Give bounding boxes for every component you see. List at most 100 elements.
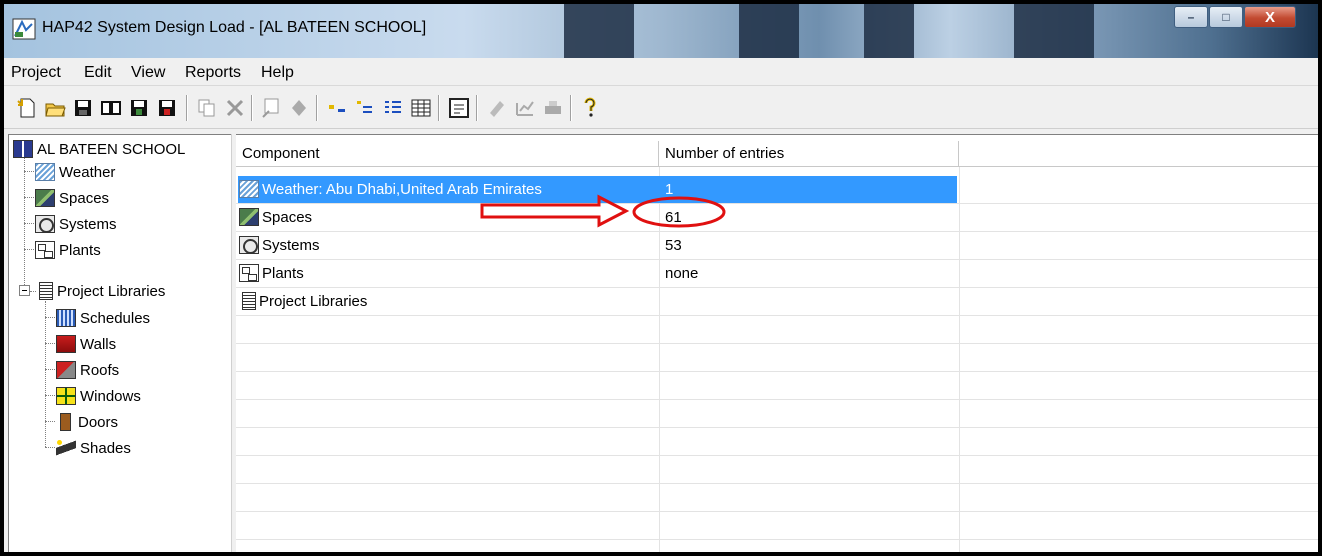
window-title: HAP42 System Design Load - [AL BATEEN SC…	[42, 19, 427, 36]
tree-connector	[24, 197, 34, 198]
save-archive-icon[interactable]	[156, 97, 178, 119]
tree-item-label: Roofs	[80, 361, 120, 379]
toolbar-separator	[438, 95, 440, 121]
title-bar[interactable]: HAP42 System Design Load - [AL BATEEN SC…	[4, 4, 1318, 58]
grid-line	[236, 455, 1318, 456]
grid-line	[236, 287, 1318, 288]
report-icon[interactable]	[486, 97, 508, 119]
roofs-icon	[56, 361, 76, 379]
cell-entries: 61	[665, 208, 682, 226]
toolbar-separator	[476, 95, 478, 121]
table-row[interactable]: Systems	[239, 231, 320, 259]
cell-component: Weather: Abu Dhabi,United Arab Emirates	[262, 180, 542, 198]
details-view-icon[interactable]	[410, 97, 432, 119]
list-view-icon[interactable]	[382, 97, 404, 119]
minimize-button[interactable]: –	[1174, 6, 1208, 28]
properties-icon[interactable]	[260, 97, 282, 119]
menu-edit[interactable]: Edit	[84, 64, 112, 82]
tree-item-systems[interactable]: Systems	[35, 212, 117, 236]
save-as-icon[interactable]	[128, 97, 150, 119]
tree-item-windows[interactable]: Windows	[56, 384, 141, 408]
table-row[interactable]: Plants	[239, 259, 304, 287]
collapse-toggle[interactable]	[19, 285, 30, 296]
walls-icon	[56, 335, 76, 353]
tree-item-spaces[interactable]: Spaces	[35, 186, 109, 210]
tree-connector	[45, 395, 55, 396]
list-header: Component Number of entries	[236, 141, 1318, 167]
new-file-icon[interactable]	[16, 97, 38, 119]
chart-icon[interactable]	[514, 97, 536, 119]
table-row[interactable]: Weather: Abu Dhabi,United Arab Emirates	[239, 175, 542, 203]
grid-line	[236, 343, 1318, 344]
shades-icon	[56, 439, 76, 457]
menu-project[interactable]: Project	[11, 64, 61, 82]
grid-line	[236, 315, 1318, 316]
tree-item-walls[interactable]: Walls	[56, 332, 116, 356]
tree-item-doors[interactable]: Doors	[56, 410, 118, 434]
toolbar-separator	[251, 95, 253, 121]
project-libraries-icon	[39, 282, 53, 300]
menu-help[interactable]: Help	[261, 64, 294, 82]
plants-icon	[239, 264, 259, 282]
diamond-icon[interactable]	[288, 97, 310, 119]
tree-connector	[45, 369, 55, 370]
menu-reports[interactable]: Reports	[185, 64, 241, 82]
doors-icon	[60, 413, 71, 431]
column-header-component[interactable]: Component	[236, 141, 659, 167]
spaces-icon	[239, 208, 259, 226]
tree-item-roofs[interactable]: Roofs	[56, 358, 119, 382]
grid-line	[236, 427, 1318, 428]
tree-item-plants[interactable]: Plants	[35, 238, 101, 262]
systems-icon	[35, 215, 55, 233]
table-row[interactable]: Spaces	[239, 203, 312, 231]
tree-item-project-libraries[interactable]: Project Libraries	[36, 279, 165, 303]
cell-component: Spaces	[262, 208, 313, 226]
tree-item-weather[interactable]: Weather	[35, 160, 115, 184]
open-folder-icon[interactable]	[44, 97, 66, 119]
delete-icon[interactable]	[224, 97, 246, 119]
plants-icon	[35, 241, 55, 259]
grid-line	[236, 399, 1318, 400]
filter-icon[interactable]	[354, 97, 376, 119]
library-icon[interactable]	[100, 97, 122, 119]
window-controls: – □ X	[1173, 6, 1296, 30]
grid-line	[659, 167, 660, 552]
project-icon	[13, 140, 33, 158]
print-icon[interactable]	[542, 97, 564, 119]
column-header-number-of-entries[interactable]: Number of entries	[659, 141, 959, 167]
schedules-icon	[56, 309, 76, 327]
project-tree: AL BATEEN SCHOOL Weather Spaces Systems …	[8, 134, 231, 552]
tree-connector	[45, 447, 55, 448]
tree-item-label: Plants	[59, 241, 101, 259]
tree-item-schedules[interactable]: Schedules	[56, 306, 150, 330]
tree-item-label: Doors	[78, 413, 119, 431]
tree-connector	[45, 421, 55, 422]
calculator-icon[interactable]	[448, 97, 470, 119]
close-button[interactable]: X	[1244, 6, 1296, 28]
menu-bar: Project Edit View Reports Help	[4, 60, 1318, 86]
table-row[interactable]: Project Libraries	[239, 287, 367, 315]
cell-component: Systems	[262, 236, 320, 254]
tree-item-label: Windows	[80, 387, 141, 405]
menu-view[interactable]: View	[131, 64, 165, 82]
maximize-button[interactable]: □	[1209, 6, 1243, 28]
grid-line	[959, 167, 960, 552]
help-icon[interactable]	[579, 97, 601, 119]
tree-item-shades[interactable]: Shades	[56, 436, 131, 460]
spaces-icon	[35, 189, 55, 207]
tree-root-label: AL BATEEN SCHOOL	[37, 140, 186, 158]
save-icon[interactable]	[72, 97, 94, 119]
cell-entries: none	[665, 264, 699, 282]
grid-line	[236, 483, 1318, 484]
grid-line	[236, 511, 1318, 512]
tree-item-label: Shades	[80, 439, 131, 457]
toolbar-separator	[570, 95, 572, 121]
copy-icon[interactable]	[196, 97, 218, 119]
tree-root[interactable]: AL BATEEN SCHOOL	[13, 137, 185, 161]
toolbar	[4, 87, 1318, 129]
weather-icon	[239, 180, 259, 198]
tree-connector	[24, 171, 34, 172]
sort-icon[interactable]	[326, 97, 348, 119]
tree-connector	[45, 343, 55, 344]
windows-icon	[56, 387, 76, 405]
